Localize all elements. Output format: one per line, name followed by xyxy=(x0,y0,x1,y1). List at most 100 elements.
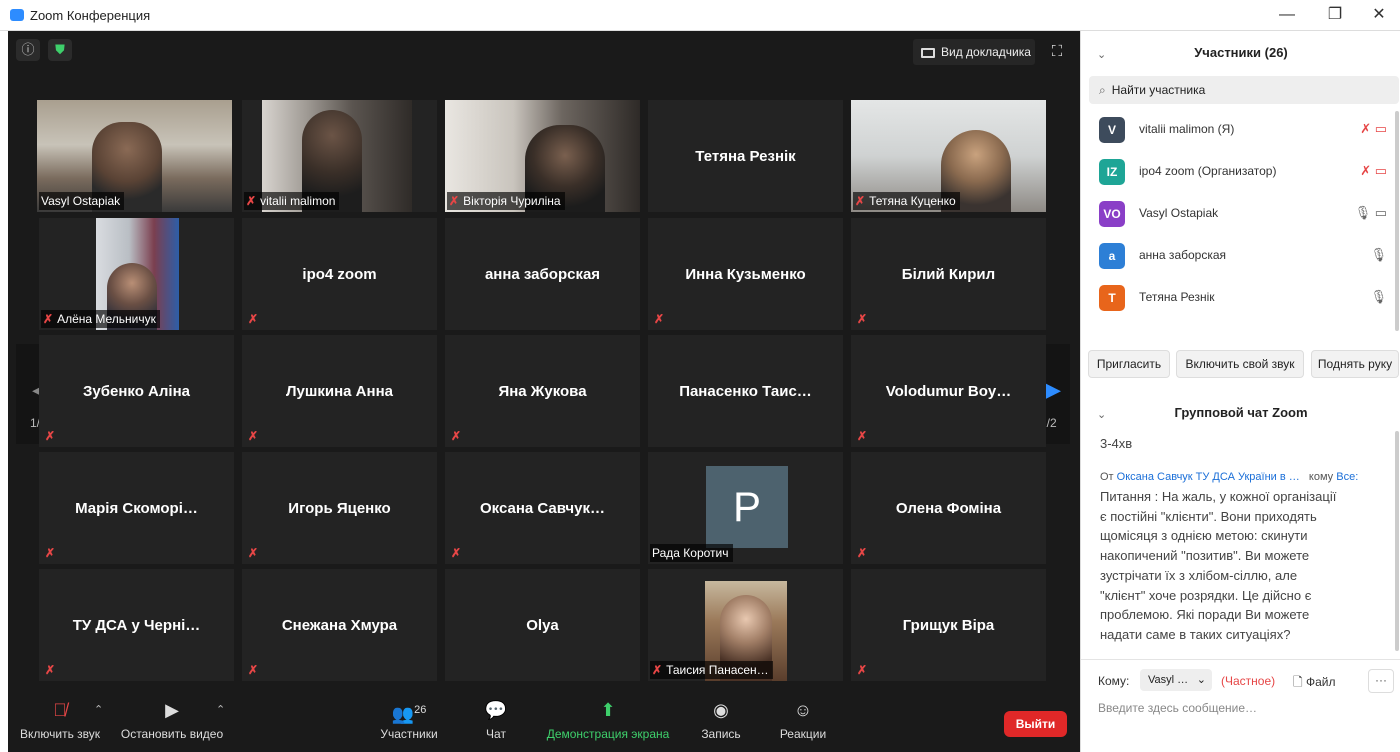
video-tile-viktoriia-churylina[interactable]: ✗ Вікторія Чуриліна xyxy=(445,100,640,212)
unmute-button[interactable]: 🎙̸ Включить звук xyxy=(18,699,102,741)
title-bar: Zoom Конференция — ❐ ✕ xyxy=(0,0,1400,31)
video-tile-vitalii-malimon[interactable]: ✗ vitalii malimon xyxy=(242,100,437,212)
video-tile-hryshchuk-vira[interactable]: Грищук Віра ✗ xyxy=(851,569,1046,681)
close-button[interactable]: ✕ xyxy=(1364,4,1394,26)
participant-name: ТУ ДСА у Черні… xyxy=(72,616,201,634)
video-tile-inna-kuzmenko[interactable]: Инна Кузьменко ✗ xyxy=(648,218,843,330)
restore-button[interactable]: ❐ xyxy=(1320,4,1350,26)
video-tile-ipo4-zoom[interactable]: ipo4 zoom ✗ xyxy=(242,218,437,330)
invite-button[interactable]: Пригласить xyxy=(1088,350,1170,378)
chat-button[interactable]: 💬 Чат xyxy=(478,699,514,741)
video-tile-olena-fomina[interactable]: Олена Фоміна ✗ xyxy=(851,452,1046,564)
video-tile-zubenko-alina[interactable]: Зубенко Аліна ✗ xyxy=(39,335,234,447)
avatar: IZ xyxy=(1099,159,1125,185)
reactions-button[interactable]: ☺ Реакции xyxy=(774,699,832,741)
video-tile-anna-zaborskaia[interactable]: анна заборская xyxy=(445,218,640,330)
raise-hand-button[interactable]: Поднять руку xyxy=(1311,350,1399,378)
muted-mic-icon: ✗ xyxy=(248,429,259,443)
video-tile-oksana-savchuk[interactable]: Оксана Савчук… ✗ xyxy=(445,452,640,564)
mic-icon: 🎙 xyxy=(1370,289,1387,304)
video-tile-alena-melnychuk[interactable]: ✗ Алёна Мельничук xyxy=(39,218,234,330)
share-screen-label: Демонстрация экрана xyxy=(546,727,670,741)
participant-name: Лушкина Анна xyxy=(286,382,393,400)
participant-row-name: ipo4 zoom (Организатор) xyxy=(1139,164,1277,178)
video-tile-taisiia-panasenko[interactable]: ✗ Таисия Панасен… xyxy=(648,569,843,681)
avatar: a xyxy=(1099,243,1125,269)
video-tile-igor-yatsenko[interactable]: Игорь Яценко ✗ xyxy=(242,452,437,564)
participant-row-name: vitalii malimon (Я) xyxy=(1139,122,1235,136)
participant-name: Оксана Савчук… xyxy=(480,499,605,517)
muted-mic-icon: ✗ xyxy=(248,312,259,326)
participants-label: Участники xyxy=(380,727,438,741)
participant-row[interactable]: V vitalii malimon (Я) ✗ ▭ xyxy=(1081,109,1400,151)
participant-search-input[interactable]: ⌕ Найти участника xyxy=(1089,76,1399,104)
info-icon[interactable]: ⓘ xyxy=(16,39,40,61)
participant-name: Білий Кирил xyxy=(901,265,996,283)
meeting-area: ⓘ ⛊ Вид докладчика ⛶ ◀ 1/2 ▶ 1/2 Vasyl O… xyxy=(8,31,1080,752)
more-options-button[interactable]: ··· xyxy=(1368,669,1394,693)
tile-label: ✗ Тетяна Куценко xyxy=(853,192,960,210)
fullscreen-icon[interactable]: ⛶ xyxy=(1048,43,1066,61)
to-label: Кому: xyxy=(1098,674,1130,688)
video-tile-bilyi-kyryl[interactable]: Білий Кирил ✗ xyxy=(851,218,1046,330)
recipient-link[interactable]: Все: xyxy=(1336,471,1358,483)
video-tile-yana-zhukova[interactable]: Яна Жукова ✗ xyxy=(445,335,640,447)
participant-name: Олена Фоміна xyxy=(895,499,1002,517)
participant-name: Снежана Хмура xyxy=(281,616,398,634)
speaker-view-button[interactable]: Вид докладчика xyxy=(913,39,1035,65)
share-screen-button[interactable]: ⬆ Демонстрация экрана xyxy=(541,699,675,741)
video-tile-tetiana-kutsenko[interactable]: ✗ Тетяна Куценко xyxy=(851,100,1046,212)
side-panel: ⌄ Участники (26) ⌕ Найти участника V vita… xyxy=(1080,31,1400,752)
participants-button[interactable]: 👥26 Участники xyxy=(376,699,442,741)
participant-name: Игорь Яценко xyxy=(288,499,391,517)
audio-options-caret[interactable]: ⌃ xyxy=(94,703,103,716)
muted-mic-icon: ✗ xyxy=(248,663,259,677)
video-tile-panasenko-taisiia[interactable]: Панасенко Таис… xyxy=(648,335,843,447)
participant-row[interactable]: T Тетяна Резнік 🎙 xyxy=(1081,277,1400,319)
muted-mic-icon: ✗ xyxy=(45,429,56,443)
chat-message-input[interactable]: Введите здесь сообщение… xyxy=(1098,701,1257,715)
video-tile-tetiana-reznik[interactable]: Тетяна Резнік xyxy=(648,100,843,212)
participant-row[interactable]: VO Vasyl Ostapiak 🎙 ▭ xyxy=(1081,193,1400,235)
file-button[interactable]: 🗋 Файл xyxy=(1293,673,1336,694)
chat-message: Питання : На жаль, у кожної організації … xyxy=(1100,489,1337,642)
video-tile-tu-dsa-chernihiv[interactable]: ТУ ДСА у Черні… ✗ xyxy=(39,569,234,681)
chat-label: Чат xyxy=(486,727,506,741)
minimize-button[interactable]: — xyxy=(1272,4,1302,26)
stop-video-label: Остановить видео xyxy=(120,727,224,741)
record-button[interactable]: ◉ Запись xyxy=(696,699,746,741)
sender-link[interactable]: Оксана Савчук ТУ ДСА України в … xyxy=(1117,471,1300,483)
video-tile-rada-korotych[interactable]: P Рада Коротич xyxy=(648,452,843,564)
stop-video-button[interactable]: ▶ Остановить видео xyxy=(118,699,226,741)
chat-message-meta: От Оксана Савчук ТУ ДСА України в … кому… xyxy=(1100,471,1359,483)
shield-icon[interactable]: ⛊ xyxy=(48,39,72,61)
participants-icon: 👥26 xyxy=(391,704,427,724)
record-icon: ◉ xyxy=(713,700,729,720)
chat-scrollbar[interactable] xyxy=(1395,431,1399,651)
video-tile-snezhana-khmura[interactable]: Снежана Хмура ✗ xyxy=(242,569,437,681)
participant-row[interactable]: a анна заборская 🎙 xyxy=(1081,235,1400,277)
video-tile-vasyl-ostapiak[interactable]: Vasyl Ostapiak xyxy=(37,100,232,212)
chat-message: 3-4хв xyxy=(1100,436,1133,451)
video-tile-olya[interactable]: Olya xyxy=(445,569,640,681)
grid-icon xyxy=(921,47,935,58)
muted-mic-icon: ✗ xyxy=(246,194,257,208)
video-options-caret[interactable]: ⌃ xyxy=(216,703,225,716)
video-tile-mariia-skomorokhova[interactable]: Марія Скоморі… ✗ xyxy=(39,452,234,564)
video-tile-lushkina-anna[interactable]: Лушкина Анна ✗ xyxy=(242,335,437,447)
unmute-me-button[interactable]: Включить свой звук xyxy=(1176,350,1304,378)
video-tile-volodumur[interactable]: Volodumur Boy… ✗ xyxy=(851,335,1046,447)
participant-name: Olya xyxy=(526,616,559,634)
tile-label: Vasyl Ostapiak xyxy=(39,192,125,210)
muted-mic-icon: ✗ xyxy=(45,546,56,560)
participant-row[interactable]: IZ ipo4 zoom (Организатор) ✗ ▭ xyxy=(1081,151,1400,193)
muted-mic-icon: ✗ xyxy=(451,546,462,560)
zoom-logo-icon xyxy=(10,9,24,21)
avatar: V xyxy=(1099,117,1125,143)
tile-label: ✗ Таисия Панасен… xyxy=(650,661,773,679)
recipient-select[interactable]: Vasyl … ⌄ xyxy=(1140,669,1212,691)
participants-scrollbar[interactable] xyxy=(1395,111,1399,331)
muted-mic-icon: ✗ xyxy=(43,312,54,326)
leave-button[interactable]: Выйти xyxy=(1004,711,1067,737)
muted-status-icons: ✗ ▭ xyxy=(1360,163,1387,178)
